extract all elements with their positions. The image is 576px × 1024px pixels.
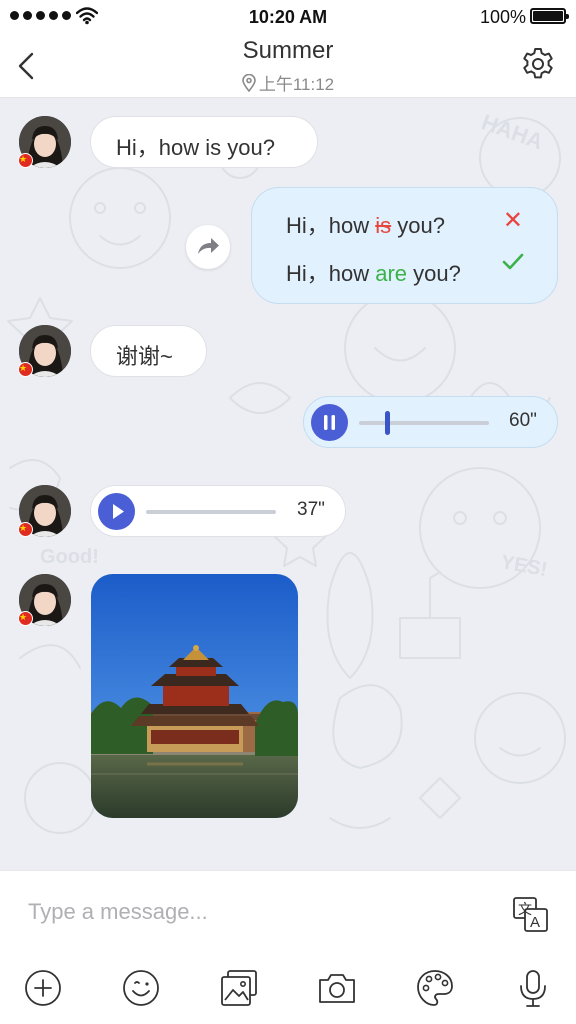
gallery-button[interactable]	[217, 966, 261, 1010]
pause-button[interactable]	[311, 404, 348, 441]
message-text: Hi，how is you?	[116, 135, 275, 160]
corrected-text-end: you?	[407, 261, 461, 286]
contact-status: 上午11:12	[0, 70, 576, 95]
play-icon	[113, 504, 124, 519]
palette-button[interactable]	[413, 966, 457, 1010]
local-time: 上午11:12	[258, 75, 335, 94]
original-sentence: Hi，how is you?	[286, 208, 445, 240]
voice-duration: 37"	[297, 499, 325, 520]
gallery-icon	[221, 970, 257, 1006]
svg-text:A: A	[530, 914, 540, 931]
location-pin-icon	[242, 73, 256, 92]
plus-circle-icon	[25, 970, 61, 1006]
microphone-button[interactable]	[511, 966, 555, 1010]
microphone-icon	[520, 970, 546, 1007]
sent-voice-message[interactable]: 60"	[303, 396, 558, 448]
forward-button[interactable]	[186, 225, 230, 269]
corrected-word: are	[375, 261, 408, 286]
photo-message[interactable]	[91, 574, 298, 818]
add-button[interactable]	[21, 966, 65, 1010]
china-flag-badge	[18, 362, 33, 377]
message-text: 谢谢~	[116, 344, 173, 369]
composer: 文 A	[0, 870, 576, 1024]
corrected-text-start: Hi，how	[286, 261, 376, 286]
received-message-bubble[interactable]: 谢谢~	[90, 325, 207, 377]
emoji-button[interactable]	[119, 966, 163, 1010]
page-title: Summer	[242, 37, 334, 64]
svg-text:HAHA: HAHA	[478, 109, 546, 154]
battery-icon	[530, 8, 569, 24]
gear-icon[interactable]	[520, 46, 556, 82]
original-text-end: you?	[391, 213, 445, 238]
voice-progress-handle[interactable]	[385, 411, 390, 435]
incorrect-mark-icon: ✕	[502, 207, 523, 234]
status-bar: 10:20 AM 100%	[0, 0, 576, 34]
voice-progress-track[interactable]	[146, 510, 276, 514]
chat-area[interactable]: HAHA Good! YES! HAHA Hi，how is you? Hi，h…	[0, 98, 576, 870]
china-flag-badge	[18, 153, 33, 168]
correction-bubble[interactable]: Hi，how is you? ✕ Hi，how are you?	[251, 187, 558, 304]
voice-progress-track[interactable]	[359, 421, 489, 425]
battery-percentage: 100%	[479, 7, 526, 27]
photo-image	[91, 574, 298, 818]
china-flag-badge	[18, 611, 33, 626]
camera-icon	[319, 974, 355, 1003]
camera-button[interactable]	[315, 966, 359, 1010]
palette-icon	[417, 970, 453, 1006]
received-voice-message[interactable]: 37"	[90, 485, 346, 537]
emoji-icon	[123, 970, 159, 1006]
play-button[interactable]	[98, 493, 135, 530]
forward-arrow-icon	[198, 238, 219, 254]
svg-text:YES!: YES!	[499, 551, 549, 581]
pause-icon	[324, 415, 335, 430]
message-input[interactable]	[28, 897, 468, 927]
china-flag-badge	[18, 522, 33, 537]
voice-duration: 60"	[509, 410, 537, 431]
received-message-bubble[interactable]: Hi，how is you?	[90, 116, 318, 168]
corrected-sentence: Hi，how are you?	[286, 256, 461, 288]
translate-icon[interactable]: 文 A	[512, 896, 550, 934]
original-text-start: Hi，how	[286, 213, 376, 238]
composer-toolbar	[0, 966, 576, 1012]
checkmark-icon	[502, 253, 524, 270]
svg-text:Good!: Good!	[40, 546, 99, 568]
navigation-bar: Summer 上午11:12	[0, 34, 576, 98]
wrong-word: is	[375, 213, 392, 238]
